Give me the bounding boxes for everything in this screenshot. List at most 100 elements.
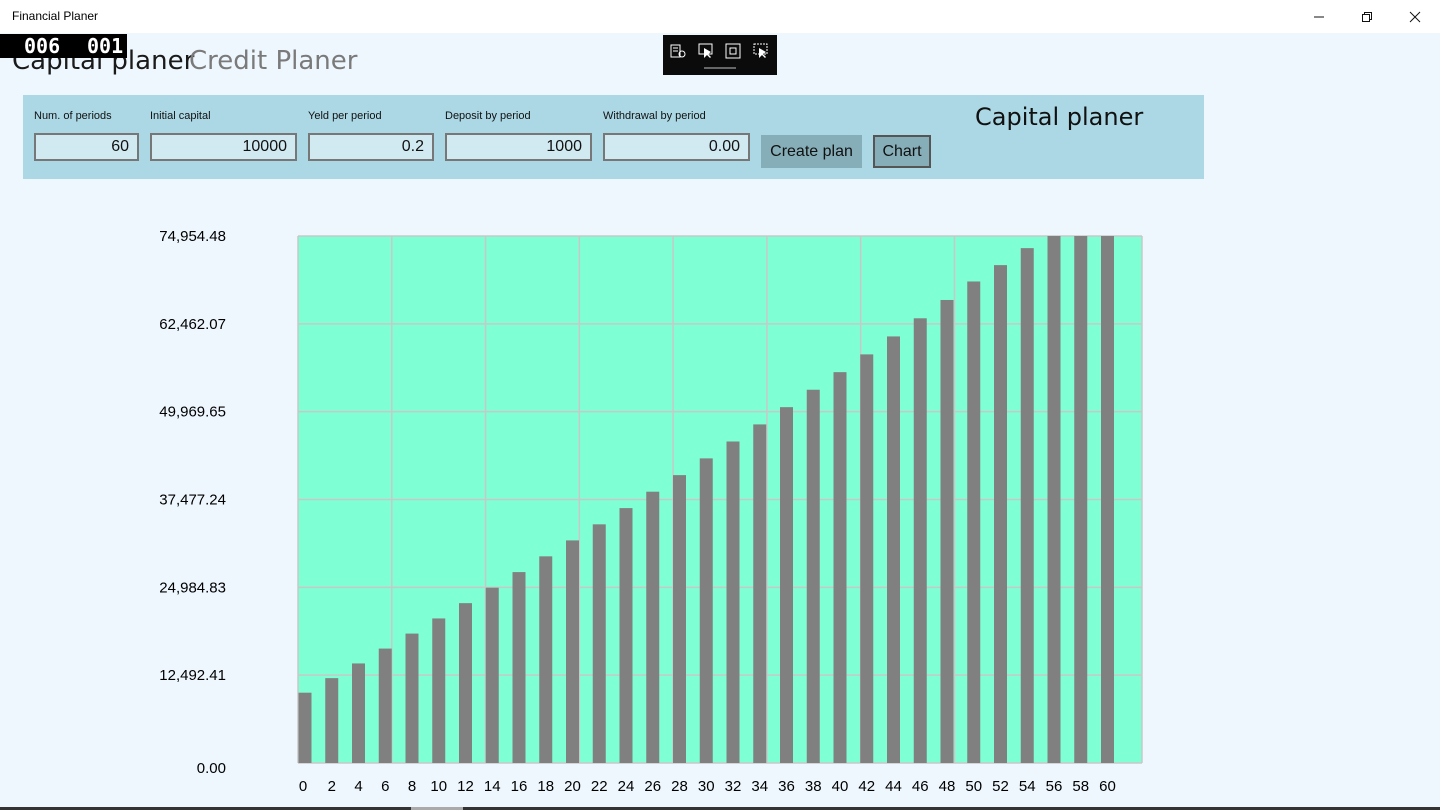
chart-bar xyxy=(860,354,874,763)
y-tick-label: 74,954.48 xyxy=(159,228,226,245)
x-tick-label: 6 xyxy=(381,778,389,795)
chart-bar xyxy=(726,441,740,763)
chart-bar xyxy=(940,299,954,763)
chart-bar xyxy=(405,633,419,763)
y-tick-label: 37,477.24 xyxy=(159,492,226,509)
y-tick-label: 0.00 xyxy=(197,760,226,777)
x-tick-label: 52 xyxy=(992,778,1009,795)
chart-bar xyxy=(1047,236,1061,763)
deposit-label: Deposit by period xyxy=(445,110,531,122)
chart-bar xyxy=(887,336,900,763)
y-tick-label: 24,984.83 xyxy=(159,579,226,596)
x-tick-label: 30 xyxy=(698,778,715,795)
close-button[interactable] xyxy=(1391,0,1439,33)
x-tick-label: 42 xyxy=(858,778,875,795)
chart-bar xyxy=(699,458,713,763)
chart-bar xyxy=(512,572,526,763)
chart-bar xyxy=(913,318,927,763)
y-tick-label: 49,969.65 xyxy=(159,404,226,421)
x-tick-label: 38 xyxy=(805,778,822,795)
chart-bar xyxy=(753,424,767,763)
frame-rate-counter: 006 001 xyxy=(0,34,127,58)
x-tick-label: 2 xyxy=(328,778,336,795)
panel-title: Capital planer xyxy=(975,103,1144,131)
x-tick-label: 32 xyxy=(725,778,742,795)
chart-bar xyxy=(298,692,312,763)
chart-bar xyxy=(566,540,579,763)
yield-label: Yeld per period xyxy=(308,110,382,122)
create-plan-button[interactable]: Create plan xyxy=(761,135,862,168)
chart-bar xyxy=(1074,236,1088,763)
chart-bar xyxy=(1020,248,1034,764)
initial-capital-label: Initial capital xyxy=(150,110,211,122)
plot-area xyxy=(298,236,1142,763)
chart-bar xyxy=(1101,236,1114,763)
x-tick-label: 24 xyxy=(618,778,635,795)
x-tick-label: 10 xyxy=(430,778,447,795)
display-layout-adorners-icon[interactable] xyxy=(724,42,742,60)
chart-bar xyxy=(432,618,446,763)
x-tick-label: 26 xyxy=(644,778,661,795)
tab-credit-planer[interactable]: Credit Planer xyxy=(189,44,357,78)
y-tick-label: 62,462.07 xyxy=(159,316,226,333)
frame-counter-right: 001 xyxy=(87,34,124,58)
x-tick-label: 8 xyxy=(408,778,416,795)
chart-bar xyxy=(378,648,392,763)
deposit-input[interactable]: 1000 xyxy=(445,133,592,161)
chart-bar xyxy=(806,389,820,763)
x-tick-label: 28 xyxy=(671,778,688,795)
chart-bar xyxy=(646,491,660,763)
chart-bar xyxy=(673,475,686,763)
x-tick-label: 44 xyxy=(885,778,902,795)
y-tick-label: 12,492.41 xyxy=(159,667,226,684)
x-tick-label: 4 xyxy=(354,778,362,795)
x-tick-label: 46 xyxy=(912,778,929,795)
x-tick-label: 60 xyxy=(1099,778,1116,795)
chart-bar xyxy=(539,556,553,763)
input-panel: Num. of periods 60 Initial capital 10000… xyxy=(23,95,1204,179)
x-tick-label: 40 xyxy=(832,778,849,795)
chart-bar xyxy=(833,372,847,763)
chart-bar xyxy=(619,508,633,763)
minimize-button[interactable] xyxy=(1295,0,1343,33)
x-tick-label: 54 xyxy=(1019,778,1036,795)
track-focus-icon[interactable] xyxy=(752,42,770,60)
x-tick-label: 58 xyxy=(1072,778,1089,795)
toolbar-handle[interactable] xyxy=(704,67,736,69)
restore-icon xyxy=(1362,11,1372,22)
withdrawal-input[interactable]: 0.00 xyxy=(603,133,750,161)
x-tick-label: 12 xyxy=(457,778,474,795)
x-tick-label: 20 xyxy=(564,778,581,795)
restore-button[interactable] xyxy=(1343,0,1391,33)
chart-bar xyxy=(325,678,339,763)
chart-bar xyxy=(780,407,793,763)
x-tick-label: 36 xyxy=(778,778,795,795)
live-visual-tree-icon[interactable] xyxy=(669,42,687,60)
chart-button[interactable]: Chart xyxy=(873,135,931,168)
minimize-icon xyxy=(1314,16,1324,17)
close-icon xyxy=(1409,11,1421,22)
x-tick-label: 34 xyxy=(751,778,768,795)
select-element-icon[interactable] xyxy=(697,42,715,60)
initial-capital-input[interactable]: 10000 xyxy=(150,133,297,161)
chart-bar xyxy=(994,265,1007,763)
app-title: Financial Planer xyxy=(12,9,99,23)
x-tick-label: 14 xyxy=(484,778,501,795)
chart-bar xyxy=(967,281,981,763)
debug-toolbar xyxy=(663,35,777,75)
chart-bar xyxy=(592,524,606,763)
chart-bar xyxy=(352,663,365,763)
withdrawal-label: Withdrawal by period xyxy=(603,110,706,122)
x-tick-label: 22 xyxy=(591,778,608,795)
x-tick-label: 18 xyxy=(537,778,554,795)
title-bar: Financial Planer xyxy=(0,0,1440,33)
chart-bar xyxy=(459,603,472,763)
x-tick-label: 16 xyxy=(511,778,528,795)
x-tick-label: 48 xyxy=(939,778,956,795)
yield-input[interactable]: 0.2 xyxy=(308,133,434,161)
x-tick-label: 56 xyxy=(1046,778,1063,795)
periods-label: Num. of periods xyxy=(34,110,112,122)
x-tick-label: 50 xyxy=(965,778,982,795)
frame-counter-left: 006 xyxy=(24,34,61,58)
periods-input[interactable]: 60 xyxy=(34,133,139,161)
